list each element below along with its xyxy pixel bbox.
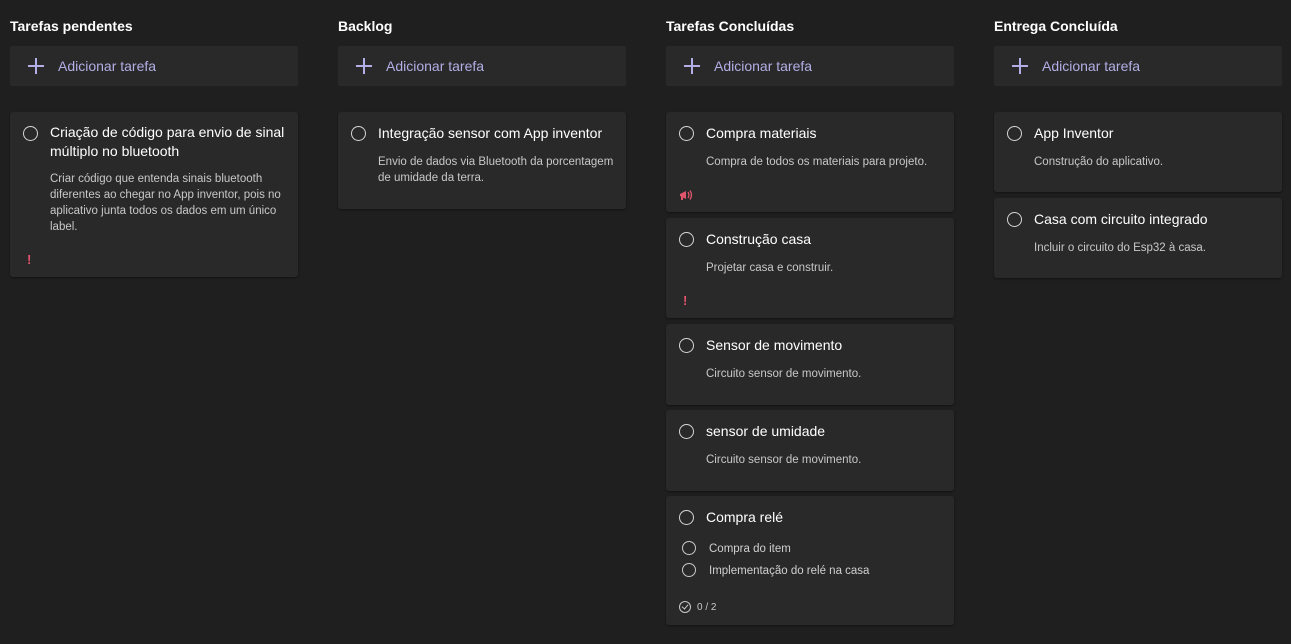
plus-icon [356,58,372,74]
task-card[interactable]: App Inventor Construção do aplicativo. [994,112,1282,192]
task-card[interactable]: Integração sensor com App inventor Envio… [338,112,626,209]
add-task-button[interactable]: Adicionar tarefa [338,46,626,86]
checklist-progress: 0 / 2 [679,601,716,613]
task-title: Criação de código para envio de sinal mú… [50,124,285,159]
task-title: Casa com circuito integrado [1034,211,1208,227]
megaphone-icon [680,190,693,200]
add-task-label: Adicionar tarefa [714,58,813,74]
task-description: Criar código que entenda sinais bluetoot… [50,173,281,233]
task-description: Projetar casa e construir. [706,262,834,274]
task-card[interactable]: sensor de umidade Circuito sensor de mov… [666,410,954,491]
task-title: Construção casa [706,231,812,247]
add-task-button[interactable]: Adicionar tarefa [994,46,1282,86]
checklist-progress-count: 0 / 2 [697,601,717,613]
task-board: Tarefas pendentes Adicionar tarefa Criaç… [0,0,1291,644]
complete-task-checkbox[interactable] [679,126,694,141]
exclamation-icon: ! [683,293,688,308]
task-description: Incluir o circuito do Esp32 à casa. [1034,242,1206,254]
task-card[interactable]: Construção casa Projetar casa e construi… [666,218,954,318]
checklist-progress-icon [679,601,691,613]
checklist-item-checkbox[interactable] [682,563,696,577]
checklist-item-label: Compra do item [709,543,791,555]
complete-task-checkbox[interactable] [1007,212,1022,227]
task-title: Compra materiais [706,125,817,141]
task-description: Construção do aplicativo. [1034,156,1164,168]
complete-task-checkbox[interactable] [1007,126,1022,141]
task-description: Circuito sensor de movimento. [706,368,862,380]
add-task-label: Adicionar tarefa [1042,58,1141,74]
task-card[interactable]: Compra relé Compra do item Implementação… [666,496,954,625]
exclamation-icon: ! [27,252,32,267]
task-card[interactable]: Criação de código para envio de sinal mú… [10,112,298,277]
task-title: Sensor de movimento [706,337,843,353]
column-title: Entrega Concluída [994,18,1118,34]
task-card[interactable]: Sensor de movimento Circuito sensor de m… [666,324,954,405]
task-card[interactable]: Compra materiais Compra de todos os mate… [666,112,954,212]
plus-icon [1012,58,1028,74]
column-title: Backlog [338,18,393,34]
add-task-button[interactable]: Adicionar tarefa [666,46,954,86]
add-task-label: Adicionar tarefa [386,58,485,74]
column-title: Tarefas pendentes [10,18,133,34]
complete-task-checkbox[interactable] [23,126,38,141]
complete-task-checkbox[interactable] [679,232,694,247]
complete-task-checkbox[interactable] [351,126,366,141]
task-card[interactable]: Casa com circuito integrado Incluir o ci… [994,198,1282,278]
complete-task-checkbox[interactable] [679,510,694,525]
task-title: sensor de umidade [706,423,826,439]
add-task-label: Adicionar tarefa [58,58,157,74]
column-title: Tarefas Concluídas [666,18,795,34]
complete-task-checkbox[interactable] [679,338,694,353]
task-description: Circuito sensor de movimento. [706,454,862,466]
add-task-button[interactable]: Adicionar tarefa [10,46,298,86]
task-description: Envio de dados via Bluetooth da porcenta… [378,156,614,184]
task-description: Compra de todos os materiais para projet… [706,156,928,168]
plus-icon [28,58,44,74]
task-title: Integração sensor com App inventor [378,125,603,141]
plus-icon [684,58,700,74]
checklist-item-checkbox[interactable] [682,541,696,555]
checklist-item-label: Implementação do relé na casa [709,565,870,577]
task-title: Compra relé [706,509,784,525]
task-title: App Inventor [1034,125,1114,141]
complete-task-checkbox[interactable] [679,424,694,439]
